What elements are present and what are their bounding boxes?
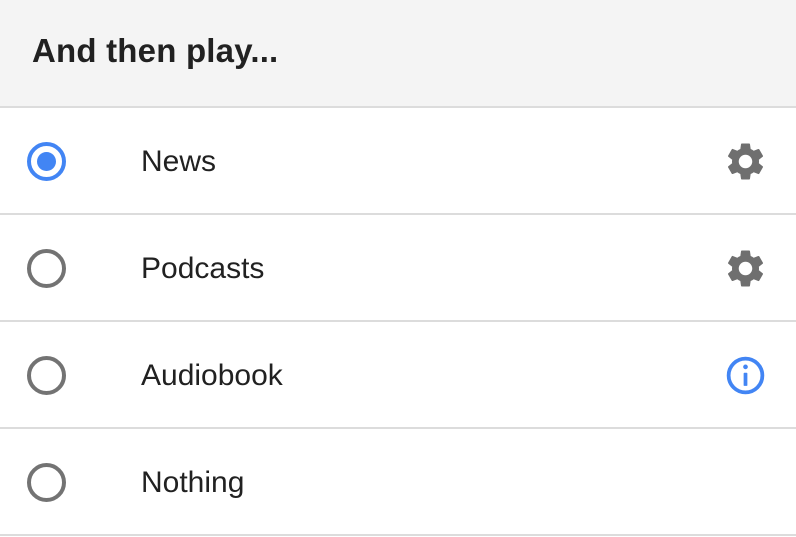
list-item-podcasts[interactable]: Podcasts	[0, 215, 796, 322]
option-label: Nothing	[141, 466, 245, 499]
radio-button-audiobook[interactable]	[27, 356, 66, 395]
list-item-nothing[interactable]: Nothing	[0, 429, 796, 536]
options-list: News Podcasts Audiobook Nothing	[0, 108, 796, 536]
list-item-news[interactable]: News	[0, 108, 796, 215]
list-item-audiobook[interactable]: Audiobook	[0, 322, 796, 429]
gear-icon[interactable]	[723, 139, 768, 184]
radio-button-nothing[interactable]	[27, 463, 66, 502]
page-title: And then play...	[32, 32, 279, 69]
info-icon[interactable]	[723, 353, 768, 398]
option-label: Audiobook	[141, 359, 283, 392]
gear-icon[interactable]	[723, 246, 768, 291]
radio-button-podcasts[interactable]	[27, 249, 66, 288]
option-label: News	[141, 145, 217, 178]
dialog-header: And then play...	[0, 0, 796, 108]
radio-button-news[interactable]	[27, 142, 66, 181]
option-label: Podcasts	[141, 252, 265, 285]
